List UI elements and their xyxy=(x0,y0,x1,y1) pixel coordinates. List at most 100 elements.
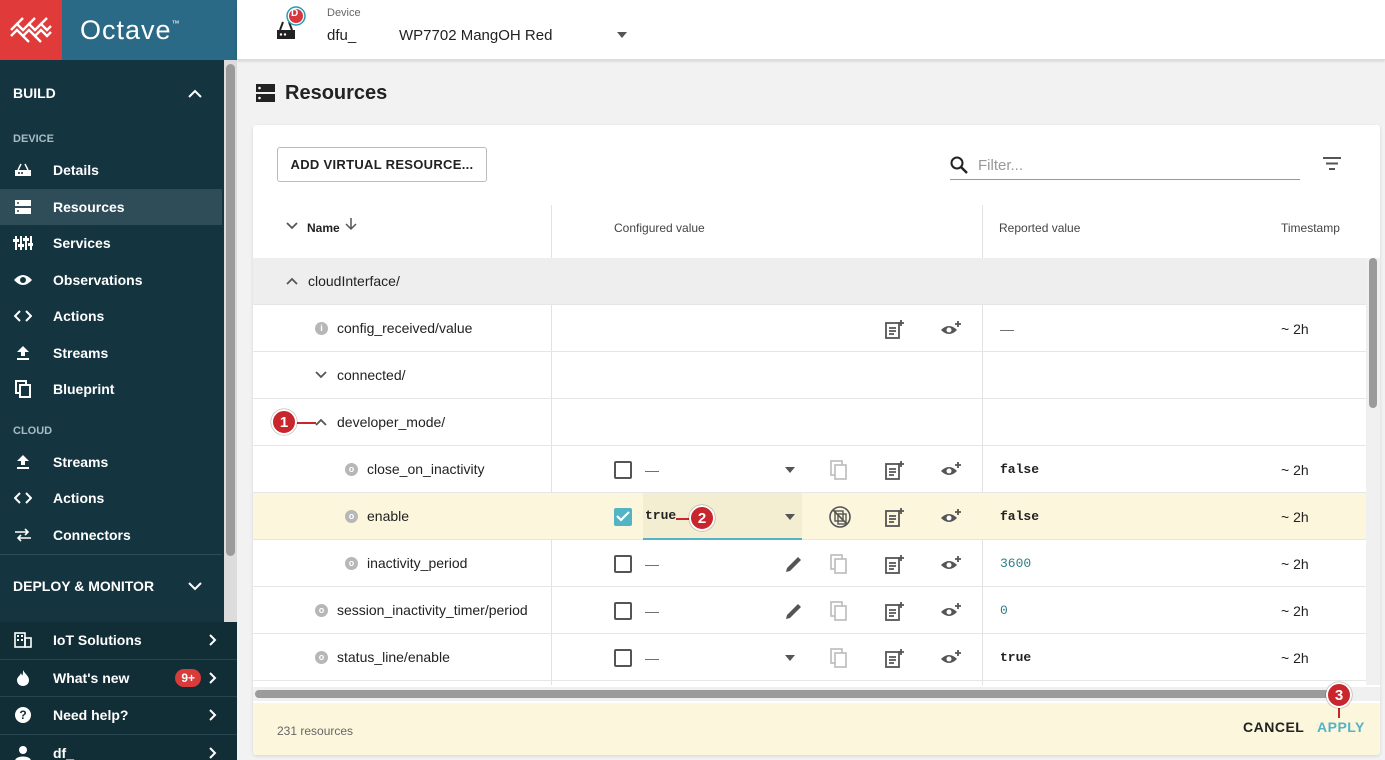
chevron-up-icon[interactable] xyxy=(286,277,298,285)
info-icon: i xyxy=(315,321,328,335)
no-copy-icon[interactable] xyxy=(829,493,851,540)
sidebar-item-blueprint[interactable]: Blueprint xyxy=(0,371,222,408)
resource-type-icon: o xyxy=(315,650,328,664)
apply-button[interactable]: APPLY xyxy=(1317,719,1365,735)
filter-input[interactable] xyxy=(978,156,1278,174)
caret-down-icon[interactable] xyxy=(785,634,795,681)
chevron-down-icon xyxy=(188,581,202,590)
add-note-icon[interactable] xyxy=(885,446,905,493)
table-footer: 231 resources CANCEL APPLY xyxy=(253,703,1380,755)
column-header-configured: Configured value xyxy=(614,221,705,235)
device-selector[interactable]: WP7702 MangOH Red xyxy=(399,27,552,44)
sidebar-item-user[interactable]: df_ xyxy=(0,735,237,760)
cancel-button[interactable]: CANCEL xyxy=(1243,719,1304,735)
configured-value[interactable]: — xyxy=(645,634,659,681)
collapse-all-icon[interactable] xyxy=(286,219,298,233)
sidebar-item-whats-new[interactable]: What's new 9+ xyxy=(0,660,237,697)
configured-value[interactable]: — xyxy=(645,540,659,587)
table-row[interactable]: developer_mode/ xyxy=(253,399,1366,446)
pencil-icon[interactable] xyxy=(785,540,803,587)
filter-list-icon[interactable] xyxy=(1323,157,1341,170)
copy-icon[interactable] xyxy=(830,634,848,681)
sidebar-bottom: IoT Solutions What's new 9+ ? Need help?… xyxy=(0,622,237,760)
table-row[interactable]: i config_received/value — ~ 2h xyxy=(253,305,1366,352)
configured-checkbox[interactable] xyxy=(614,554,632,573)
table-row[interactable]: o status_line/enable — true ~ 2h xyxy=(253,634,1366,681)
copy-icon[interactable] xyxy=(830,587,848,634)
caret-down-icon[interactable] xyxy=(617,32,627,38)
chevron-right-icon xyxy=(209,672,217,684)
column-header-name[interactable]: Name xyxy=(307,221,340,235)
table-row[interactable]: o session_inactivity_timer/period — 0 ~ … xyxy=(253,587,1366,634)
sidebar-item-actions[interactable]: Actions xyxy=(0,298,222,335)
configured-value-select[interactable]: true xyxy=(643,493,802,540)
pencil-icon[interactable] xyxy=(785,587,803,634)
sidebar-item-details[interactable]: Details xyxy=(0,152,222,189)
add-note-icon[interactable] xyxy=(885,540,905,587)
caret-down-icon[interactable] xyxy=(785,493,795,540)
column-header-timestamp: Timestamp xyxy=(1281,221,1340,235)
add-observation-icon[interactable] xyxy=(940,305,962,352)
configured-checkbox[interactable] xyxy=(614,460,632,479)
table-row-selected[interactable]: o enable true false ~ 2h xyxy=(253,493,1366,540)
add-note-icon[interactable] xyxy=(885,305,905,352)
caret-down-icon[interactable] xyxy=(785,446,795,493)
sort-arrow-down-icon[interactable] xyxy=(345,218,357,234)
add-observation-icon[interactable] xyxy=(940,493,962,540)
add-note-icon[interactable] xyxy=(885,587,905,634)
copy-icon[interactable] xyxy=(830,446,848,493)
configured-checkbox[interactable] xyxy=(614,648,632,667)
sidebar-section-build[interactable]: BUILD xyxy=(0,60,222,126)
table-header: Name Configured value Reported value Tim… xyxy=(253,205,1366,250)
sidebar-item-connectors[interactable]: Connectors xyxy=(0,517,222,554)
chevron-up-icon xyxy=(188,89,202,98)
sidebar: BUILD DEVICE Details Resources Services … xyxy=(0,60,237,760)
copy-icon[interactable] xyxy=(830,540,848,587)
table-row[interactable]: o inactivity_period — 3600 ~ 2h xyxy=(253,540,1366,587)
annotation-marker-1: 1 xyxy=(271,409,297,435)
table-vertical-scrollbar[interactable] xyxy=(1366,258,1380,685)
configured-value[interactable]: — xyxy=(645,446,659,493)
sidebar-item-need-help[interactable]: ? Need help? xyxy=(0,697,237,735)
table-row[interactable]: connected/ xyxy=(253,352,1366,399)
sidebar-item-iot-solutions[interactable]: IoT Solutions xyxy=(0,622,237,660)
configured-checkbox-checked[interactable] xyxy=(614,507,632,526)
add-virtual-resource-button[interactable]: ADD VIRTUAL RESOURCE... xyxy=(277,147,487,182)
add-observation-icon[interactable] xyxy=(940,634,962,681)
table-horizontal-scrollbar[interactable] xyxy=(253,687,1380,701)
sidebar-item-cloud-streams[interactable]: Streams xyxy=(0,444,222,481)
configured-checkbox[interactable] xyxy=(614,601,632,620)
sidebar-item-cloud-actions[interactable]: Actions xyxy=(0,480,222,517)
sidebar-scroll-thumb[interactable] xyxy=(226,64,235,556)
page-title: Resources xyxy=(285,81,388,104)
table-row[interactable]: o close_on_inactivity — false ~ 2h xyxy=(253,446,1366,493)
device-badge: D xyxy=(291,8,299,19)
filter-field[interactable] xyxy=(950,151,1300,180)
sidebar-scrollbar[interactable] xyxy=(224,60,237,622)
vertical-scroll-thumb[interactable] xyxy=(1369,258,1377,408)
add-observation-icon[interactable] xyxy=(940,446,962,493)
upload-icon xyxy=(13,343,33,363)
horizontal-scroll-thumb[interactable] xyxy=(255,690,1335,698)
copy-icon xyxy=(13,379,33,399)
table-row[interactable]: cloudInterface/ xyxy=(253,258,1366,305)
add-note-icon[interactable] xyxy=(885,634,905,681)
sidebar-item-streams[interactable]: Streams xyxy=(0,335,222,372)
resource-type-icon: o xyxy=(345,509,358,523)
device-id: dfu_ xyxy=(327,27,357,44)
chevron-right-icon xyxy=(209,634,217,646)
add-observation-icon[interactable] xyxy=(940,587,962,634)
add-note-icon[interactable] xyxy=(885,493,905,540)
flame-icon xyxy=(13,668,33,688)
chevron-down-icon[interactable] xyxy=(315,371,327,379)
chevron-up-icon[interactable] xyxy=(315,418,327,426)
code-icon xyxy=(13,488,33,508)
configured-value[interactable]: — xyxy=(645,587,659,634)
add-observation-icon[interactable] xyxy=(940,540,962,587)
sidebar-item-observations[interactable]: Observations xyxy=(0,262,222,299)
sidebar-item-services[interactable]: Services xyxy=(0,225,222,262)
sidebar-section-deploy[interactable]: DEPLOY & MONITOR xyxy=(0,555,222,617)
sidebar-item-resources[interactable]: Resources xyxy=(0,188,222,225)
code-icon xyxy=(13,306,33,326)
page-header: Resources xyxy=(256,78,387,108)
